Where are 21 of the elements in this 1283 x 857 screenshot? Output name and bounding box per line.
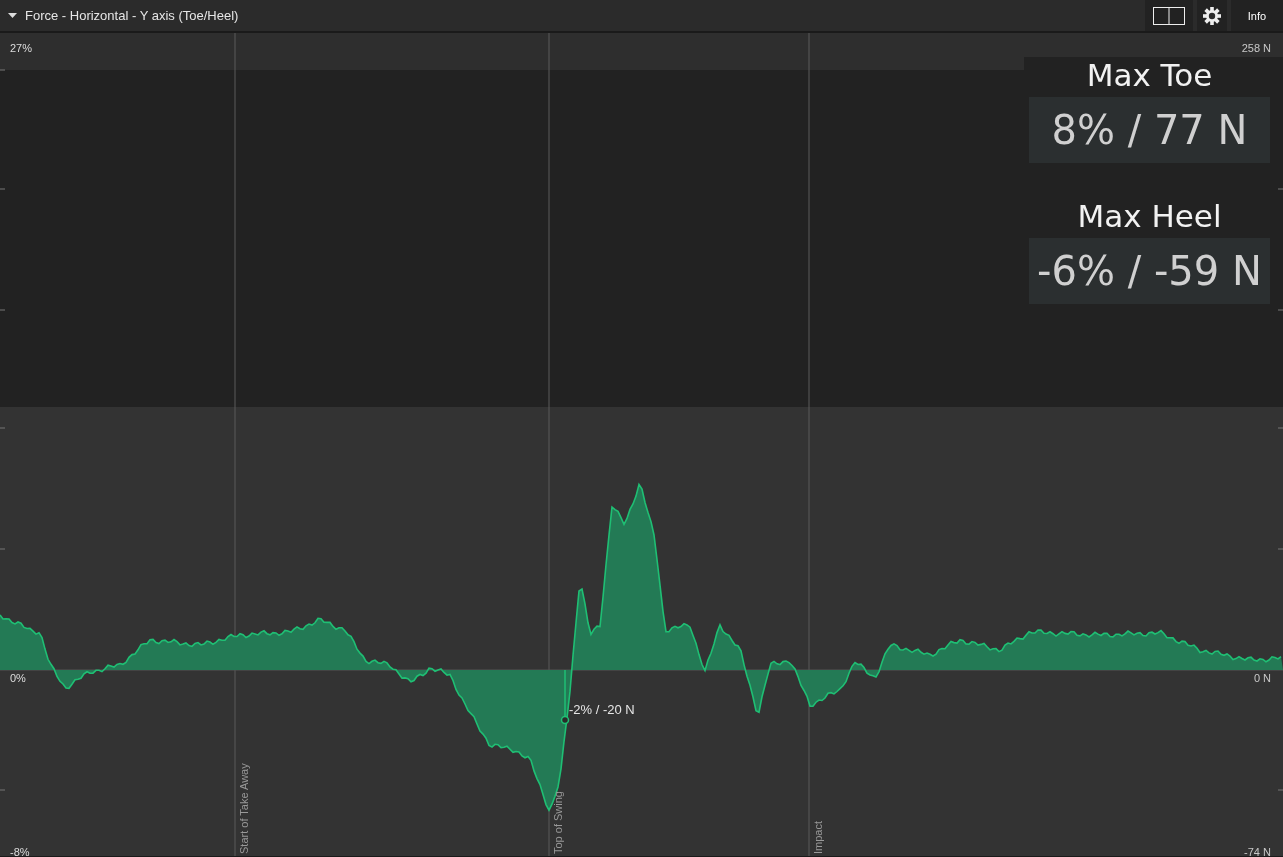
axis-label: 0% (10, 672, 26, 684)
settings-icon (1203, 6, 1221, 25)
caret-icon[interactable] (8, 11, 17, 20)
axis-label: -8% (10, 846, 30, 857)
event-label: Impact (812, 821, 824, 854)
stat-value: -6% / -59 N (1029, 238, 1270, 304)
axis-label: 258 N (1241, 42, 1271, 54)
settings-button[interactable] (1197, 0, 1227, 31)
axis-label: 27% (10, 42, 33, 54)
split-view-button[interactable] (1145, 0, 1193, 31)
stat-title: Max Heel (1077, 198, 1222, 236)
info-button[interactable]: Info (1231, 0, 1283, 31)
split-view-icon (1153, 6, 1185, 25)
panel-title: Force - Horizontal - Y axis (Toe/Heel) (25, 8, 239, 23)
event-label: Top of Swing (552, 791, 564, 854)
stat-title: Max Toe (1086, 57, 1213, 95)
stat-value: 8% / 77 N (1029, 97, 1270, 163)
cursor-reading: -2% / -20 N (569, 702, 635, 717)
axis-label: 0 N (1253, 672, 1271, 684)
event-label: Start of Take Away (238, 763, 250, 854)
axis-label: -74 N (1244, 846, 1271, 857)
